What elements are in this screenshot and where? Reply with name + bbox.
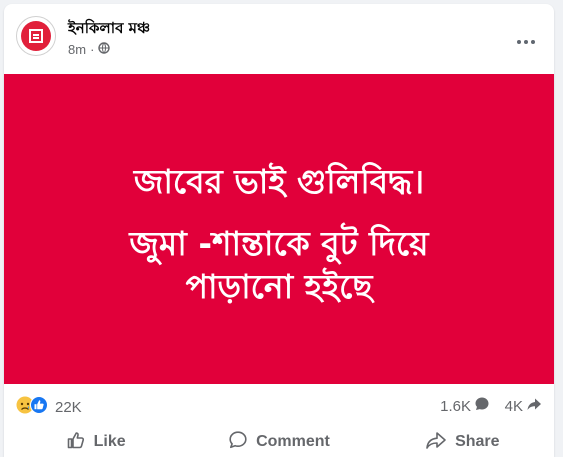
meta-separator: ·	[90, 42, 95, 57]
more-icon	[517, 31, 535, 49]
shares-count-link[interactable]: 4K	[505, 396, 542, 416]
post-image-banner[interactable]: জাবের ভাই গুলিবিদ্ধ। জুমা -শান্তাকে বুট …	[4, 74, 554, 384]
more-options-button[interactable]	[508, 26, 544, 54]
page-logo-icon	[21, 21, 51, 51]
reactions-count: 22K	[55, 399, 82, 416]
page-name[interactable]: ইনকিলাব মঞ্চ	[68, 17, 150, 42]
comment-bubble-icon	[474, 396, 490, 416]
like-label: Like	[93, 433, 126, 450]
share-button[interactable]: Share	[371, 422, 554, 457]
post-header: ইনকিলাব মঞ্চ 8m ·	[4, 4, 554, 74]
comment-label: Comment	[256, 433, 330, 450]
comment-icon	[228, 430, 248, 455]
banner-line-1: জাবের ভাই গুলিবিদ্ধ।	[133, 162, 425, 201]
share-arrow-icon	[526, 396, 542, 416]
post-card: ইনকিলাব মঞ্চ 8m · জাবের ভাই গুলিবিদ্ধ। জ…	[4, 4, 554, 457]
like-button[interactable]: Like	[4, 422, 187, 457]
post-time[interactable]: 8m	[68, 42, 86, 57]
like-reaction-icon	[30, 396, 48, 419]
comment-button[interactable]: Comment	[187, 422, 370, 457]
post-actions-bar: Like Comment Share	[4, 422, 554, 457]
share-icon	[425, 430, 447, 455]
globe-icon	[98, 42, 111, 57]
banner-line-3: পাড়ানো হইছে	[185, 267, 373, 306]
share-label: Share	[455, 433, 500, 450]
comments-count: 1.6K	[440, 397, 471, 415]
banner-line-2: জুমা -শান্তাকে বুট দিয়ে	[129, 224, 429, 263]
shares-count: 4K	[504, 397, 523, 415]
reactions-summary[interactable]: 22K	[16, 396, 82, 419]
like-icon	[66, 430, 86, 455]
page-avatar[interactable]	[16, 16, 56, 56]
comments-count-link[interactable]: 1.6K	[440, 396, 490, 416]
post-meta: 8m ·	[68, 42, 111, 57]
